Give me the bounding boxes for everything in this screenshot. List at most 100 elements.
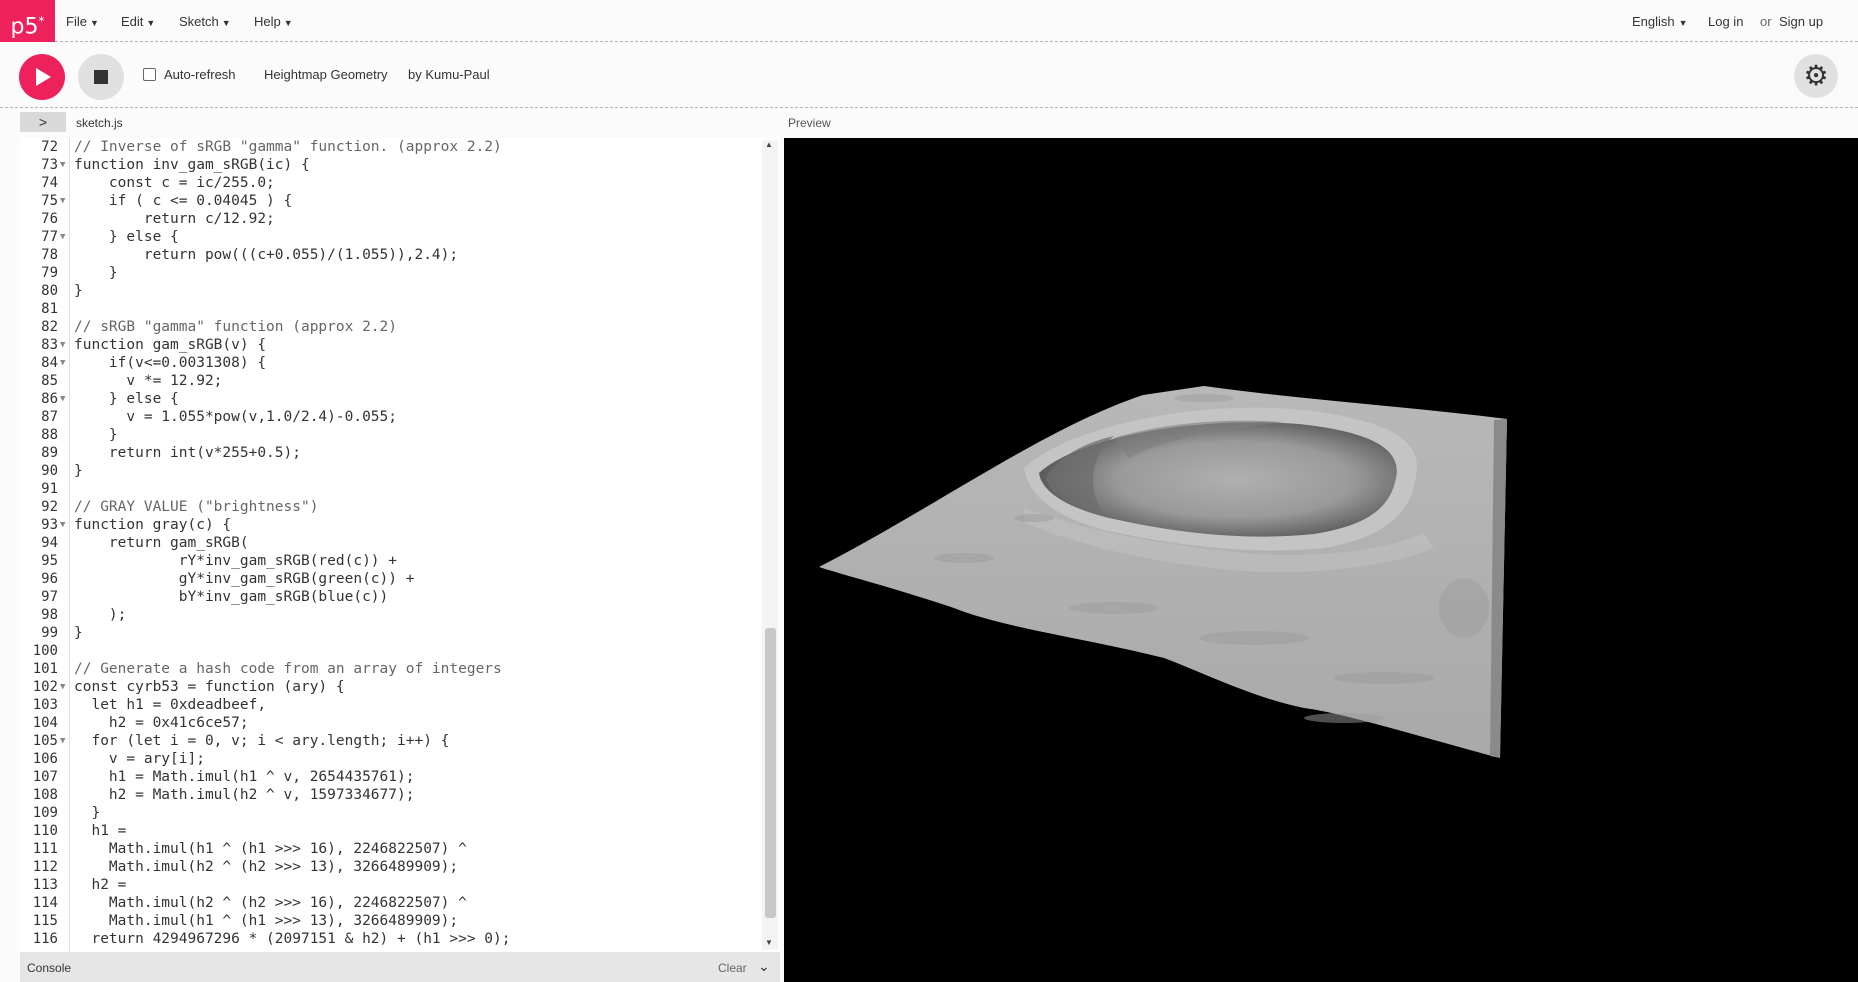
menu-edit[interactable]: Edit ▼ <box>121 14 155 29</box>
fold-arrow-icon[interactable]: ▼ <box>60 390 65 408</box>
code-line[interactable]: 77 ▼ } else { <box>20 228 760 246</box>
signup-link[interactable]: Sign up <box>1779 14 1823 29</box>
code-line[interactable]: 108 h2 = Math.imul(h2 ^ v, 1597334677); <box>20 786 760 804</box>
menu-help[interactable]: Help ▼ <box>254 14 293 29</box>
code-line[interactable]: 109 } <box>20 804 760 822</box>
code-line[interactable]: 104 h2 = 0x41c6ce57; <box>20 714 760 732</box>
code-line[interactable]: 92 // GRAY VALUE ("brightness") <box>20 498 760 516</box>
scroll-down-icon[interactable]: ▼ <box>765 938 773 947</box>
code-line[interactable]: 83 ▼ function gam_sRGB(v) { <box>20 336 760 354</box>
line-number: 83 <box>41 337 58 353</box>
code-line[interactable]: 93 ▼ function gray(c) { <box>20 516 760 534</box>
fold-arrow-icon[interactable]: ▼ <box>60 336 65 354</box>
scroll-up-icon[interactable]: ▲ <box>765 140 773 149</box>
fold-arrow-icon[interactable]: ▼ <box>60 354 65 372</box>
play-button[interactable] <box>19 54 65 100</box>
line-number: 106 <box>32 751 58 767</box>
file-tab[interactable]: sketch.js <box>76 116 123 130</box>
code-line[interactable]: 89 return int(v*255+0.5); <box>20 444 760 462</box>
code-line[interactable]: 99} <box>20 624 760 642</box>
line-number: 92 <box>41 499 58 515</box>
code-line[interactable]: 97 bY*inv_gam_sRGB(blue(c)) <box>20 588 760 606</box>
code-line[interactable]: 106 v = ary[i]; <box>20 750 760 768</box>
code-text: return int(v*255+0.5); <box>74 445 301 461</box>
checkbox-icon[interactable] <box>143 68 156 81</box>
fold-arrow-icon[interactable]: ▼ <box>60 156 65 174</box>
code-line[interactable]: 105 ▼ for (let i = 0, v; i < ary.length; … <box>20 732 760 750</box>
fold-arrow-icon[interactable]: ▼ <box>60 192 65 210</box>
code-line[interactable]: 91 <box>20 480 760 498</box>
fold-arrow-icon[interactable]: ▼ <box>60 678 65 696</box>
code-text: v = 1.055*pow(v,1.0/2.4)-0.055; <box>74 409 398 425</box>
code-line[interactable]: 102 ▼ const cyrb53 = function (ary) { <box>20 678 760 696</box>
console-clear-button[interactable]: Clear <box>718 961 747 975</box>
chevron-down-icon[interactable]: ⌄ <box>758 958 770 975</box>
code-line[interactable]: 76 return c/12.92; <box>20 210 760 228</box>
code-editor[interactable]: 72 // Inverse of sRGB "gamma" function. (… <box>20 138 780 952</box>
code-line[interactable]: 110 h1 = <box>20 822 760 840</box>
fold-arrow-icon[interactable]: ▼ <box>60 228 65 246</box>
code-line[interactable]: 88 } <box>20 426 760 444</box>
code-line[interactable]: 115 Math.imul(h1 ^ (h1 >>> 13), 32664899… <box>20 912 760 930</box>
code-text: function gray(c) { <box>74 517 232 533</box>
code-line[interactable]: 85 v *= 12.92; <box>20 372 760 390</box>
code-line[interactable]: 100 <box>20 642 760 660</box>
toolbar: Auto-refresh Heightmap Geometry by Kumu-… <box>0 42 1858 108</box>
line-number: 115 <box>32 913 58 929</box>
code-line[interactable]: 79 } <box>20 264 760 282</box>
code-line[interactable]: 107 h1 = Math.imul(h1 ^ v, 2654435761); <box>20 768 760 786</box>
login-link[interactable]: Log in <box>1708 14 1743 29</box>
sketch-owner[interactable]: by Kumu-Paul <box>408 67 490 82</box>
code-line[interactable]: 101 // Generate a hash code from an array… <box>20 660 760 678</box>
editor-scrollbar-thumb[interactable] <box>765 628 776 918</box>
stop-button[interactable] <box>78 54 124 100</box>
code-line[interactable]: 103 let h1 = 0xdeadbeef, <box>20 696 760 714</box>
code-line[interactable]: 78 return pow(((c+0.055)/(1.055)),2.4); <box>20 246 760 264</box>
code-line[interactable]: 111 Math.imul(h1 ^ (h1 >>> 16), 22468225… <box>20 840 760 858</box>
code-line[interactable]: 84 ▼ if(v<=0.0031308) { <box>20 354 760 372</box>
p5-logo[interactable]: p5* <box>0 0 55 42</box>
code-text: Math.imul(h1 ^ (h1 >>> 16), 2246822507) … <box>74 841 467 857</box>
fold-arrow-icon[interactable]: ▼ <box>60 516 65 534</box>
language-selector[interactable]: English ▼ <box>1632 14 1688 29</box>
code-text: for (let i = 0, v; i < ary.length; i++) … <box>74 733 450 749</box>
code-line[interactable]: 73 ▼ function inv_gam_sRGB(ic) { <box>20 156 760 174</box>
menu-sketch[interactable]: Sketch ▼ <box>179 14 231 29</box>
top-nav: p5* File ▼ Edit ▼ Sketch ▼ Help ▼ English ▼ L… <box>0 0 1858 42</box>
console-title: Console <box>27 961 72 975</box>
fold-arrow-icon[interactable]: ▼ <box>60 732 65 750</box>
code-text: function inv_gam_sRGB(ic) { <box>74 157 310 173</box>
sidebar-toggle-button[interactable]: > <box>20 112 66 132</box>
code-line[interactable]: 74 const c = ic/255.0; <box>20 174 760 192</box>
line-number: 78 <box>41 247 58 263</box>
code-line[interactable]: 87 v = 1.055*pow(v,1.0/2.4)-0.055; <box>20 408 760 426</box>
code-line[interactable]: 90} <box>20 462 760 480</box>
code-line[interactable]: 75 ▼ if ( c <= 0.04045 ) { <box>20 192 760 210</box>
code-line[interactable]: 80} <box>20 282 760 300</box>
code-text: let h1 = 0xdeadbeef, <box>74 697 267 713</box>
auto-refresh-checkbox[interactable]: Auto-refresh <box>143 67 236 82</box>
code-line[interactable]: 112 Math.imul(h2 ^ (h2 >>> 13), 32664899… <box>20 858 760 876</box>
code-text: v *= 12.92; <box>74 373 223 389</box>
line-number: 97 <box>41 589 58 605</box>
code-line[interactable]: 86 ▼ } else { <box>20 390 760 408</box>
code-line[interactable]: 95 rY*inv_gam_sRGB(red(c)) + <box>20 552 760 570</box>
code-line[interactable]: 113 h2 = <box>20 876 760 894</box>
code-line[interactable]: 94 return gam_sRGB( <box>20 534 760 552</box>
code-line[interactable]: 81 <box>20 300 760 318</box>
settings-button[interactable]: ⚙ <box>1794 54 1838 98</box>
code-text: return c/12.92; <box>74 211 275 227</box>
code-line[interactable]: 82 // sRGB "gamma" function (approx 2.2) <box>20 318 760 336</box>
code-line[interactable]: 96 gY*inv_gam_sRGB(green(c)) + <box>20 570 760 588</box>
menu-file[interactable]: File ▼ <box>66 14 99 29</box>
line-number: 103 <box>32 697 58 713</box>
line-number: 98 <box>41 607 58 623</box>
line-number: 116 <box>32 931 58 947</box>
code-line[interactable]: 116 return 4294967296 * (2097151 & h2) +… <box>20 930 760 948</box>
line-number: 79 <box>41 265 58 281</box>
code-line[interactable]: 114 Math.imul(h2 ^ (h2 >>> 16), 22468225… <box>20 894 760 912</box>
code-line[interactable]: 72 // Inverse of sRGB "gamma" function. (… <box>20 138 760 156</box>
code-line[interactable]: 98 ); <box>20 606 760 624</box>
sketch-name[interactable]: Heightmap Geometry <box>264 67 388 82</box>
preview-canvas[interactable] <box>784 138 1858 982</box>
